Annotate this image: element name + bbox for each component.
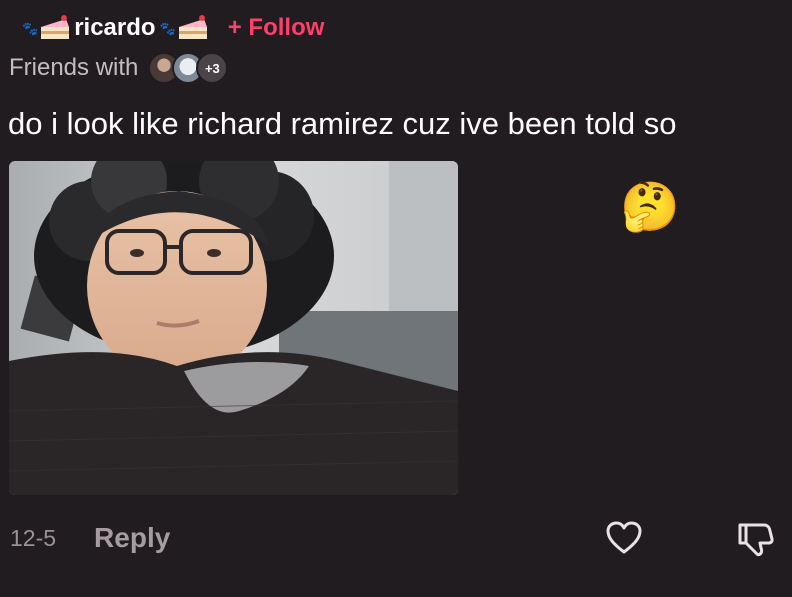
cake-icon xyxy=(41,15,70,39)
comment-header: 🐾 ricardo 🐾 + Follow xyxy=(22,8,324,48)
comment-meta: 12-5 Reply xyxy=(10,520,170,556)
friends-more-badge: +3 xyxy=(196,52,229,84)
follow-button[interactable]: + Follow xyxy=(228,14,325,42)
friend-avatars[interactable]: +3 xyxy=(148,52,229,84)
thinking-face-emoji: 🤔 xyxy=(620,181,680,234)
heart-outline-icon[interactable] xyxy=(606,521,642,555)
photo-image xyxy=(9,161,458,495)
username[interactable]: ricardo xyxy=(74,14,155,42)
comment-date: 12-5 xyxy=(10,524,57,551)
comment-text: do i look like richard ramirez cuz ive b… xyxy=(8,106,677,141)
thumbs-down-outline-icon[interactable] xyxy=(736,519,776,559)
paw-icon: 🐾 xyxy=(22,20,39,36)
paw-icon: 🐾 xyxy=(159,20,176,36)
friends-row: Friends with +3 xyxy=(9,50,229,86)
reply-button[interactable]: Reply xyxy=(94,522,170,554)
cake-icon xyxy=(178,15,207,39)
comment-photo[interactable] xyxy=(9,161,458,495)
friends-label: Friends with xyxy=(9,54,139,81)
